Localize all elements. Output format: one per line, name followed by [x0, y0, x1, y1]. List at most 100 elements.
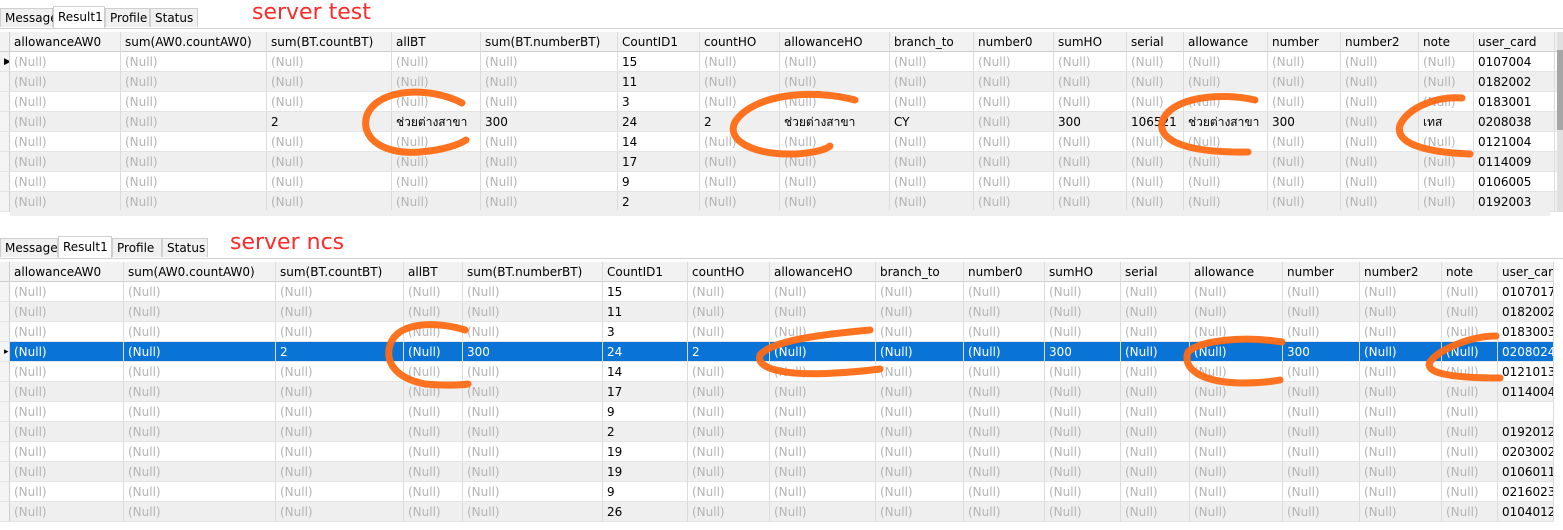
table-cell[interactable]: (Null): [700, 92, 780, 112]
table-cell[interactable]: (Null): [770, 302, 876, 322]
table-cell[interactable]: (Null): [1184, 172, 1268, 192]
table-cell[interactable]: 15: [603, 282, 688, 302]
table-cell[interactable]: 3: [618, 92, 700, 112]
table-cell[interactable]: (Null): [124, 442, 276, 462]
table-cell[interactable]: (Null): [1360, 462, 1442, 482]
table-cell[interactable]: (Null): [890, 92, 974, 112]
table-row[interactable]: ▸ (Null) (Null) 2 (Null) 300 24 2 (Null) (Null) (N…: [0, 342, 1563, 362]
table-cell[interactable]: (Null): [1283, 282, 1360, 302]
table-cell[interactable]: 0114009: [1474, 152, 1555, 172]
table-cell[interactable]: 0192003: [1474, 192, 1555, 212]
table-cell[interactable]: (Null): [1268, 132, 1341, 152]
table-cell[interactable]: (Null): [404, 502, 463, 522]
table-cell[interactable]: (Null): [1442, 302, 1498, 322]
row-indicator[interactable]: ▶: [0, 52, 10, 72]
table-cell[interactable]: CY: [890, 112, 974, 132]
table-cell[interactable]: (Null): [276, 382, 404, 402]
table-cell[interactable]: 2: [267, 112, 392, 132]
table-cell[interactable]: (Null): [876, 462, 964, 482]
table-row[interactable]: (Null) (Null) (Null) (Null) (Null) 2 (Null) (Nu…: [0, 192, 1563, 212]
table-cell[interactable]: (Null): [1360, 302, 1442, 322]
table-cell[interactable]: (Null): [1054, 92, 1127, 112]
table-cell[interactable]: (Null): [10, 382, 124, 402]
table-cell[interactable]: (Null): [1283, 382, 1360, 402]
table-cell[interactable]: (Null): [10, 152, 121, 172]
table-cell[interactable]: (Null): [392, 52, 481, 72]
table-cell[interactable]: (Null): [688, 502, 770, 522]
table-cell[interactable]: (Null): [121, 52, 267, 72]
table-cell[interactable]: (Null): [121, 112, 267, 132]
table-cell[interactable]: (Null): [1127, 192, 1184, 212]
table-cell[interactable]: 19: [603, 442, 688, 462]
table-cell[interactable]: (Null): [124, 322, 276, 342]
table-cell[interactable]: (Null): [1442, 402, 1498, 422]
table-cell[interactable]: (Null): [890, 132, 974, 152]
table-cell[interactable]: (Null): [688, 462, 770, 482]
table-cell[interactable]: (Null): [404, 302, 463, 322]
table-cell[interactable]: (Null): [770, 462, 876, 482]
table-cell[interactable]: (Null): [267, 52, 392, 72]
table-cell[interactable]: (Null): [1283, 482, 1360, 502]
table-cell[interactable]: 2: [603, 422, 688, 442]
table-cell[interactable]: 0104012: [1498, 502, 1554, 522]
table-cell[interactable]: 0183001: [1474, 92, 1555, 112]
table-cell[interactable]: (Null): [1127, 152, 1184, 172]
table-cell[interactable]: (Null): [700, 172, 780, 192]
table-cell[interactable]: (Null): [770, 442, 876, 462]
table-cell[interactable]: (Null): [1341, 92, 1419, 112]
table-cell[interactable]: (Null): [10, 342, 124, 362]
table-cell[interactable]: 0121004: [1474, 132, 1555, 152]
table-cell[interactable]: (Null): [10, 92, 121, 112]
table-cell[interactable]: (Null): [10, 282, 124, 302]
table-cell[interactable]: (Null): [688, 282, 770, 302]
table-cell[interactable]: (Null): [964, 362, 1045, 382]
table-cell[interactable]: (Null): [1184, 92, 1268, 112]
table-cell[interactable]: (Null): [974, 172, 1054, 192]
table-cell[interactable]: (Null): [1268, 52, 1341, 72]
column-header-countho[interactable]: countHO: [688, 262, 770, 282]
table-cell[interactable]: (Null): [392, 172, 481, 192]
table-row[interactable]: (Null) (Null) (Null) (Null) (Null) 9 (Null) (Nu…: [0, 402, 1563, 422]
table-cell[interactable]: (Null): [124, 362, 276, 382]
table-cell[interactable]: (Null): [688, 482, 770, 502]
table-cell[interactable]: 15: [618, 52, 700, 72]
table-cell[interactable]: (Null): [1341, 152, 1419, 172]
table-cell[interactable]: (Null): [121, 72, 267, 92]
table-cell[interactable]: (Null): [1190, 382, 1283, 402]
table-cell[interactable]: (Null): [1442, 382, 1498, 402]
table-cell[interactable]: (Null): [1121, 322, 1190, 342]
table-cell[interactable]: 11: [618, 72, 700, 92]
table-cell[interactable]: (Null): [876, 362, 964, 382]
table-cell[interactable]: (Null): [392, 72, 481, 92]
table-cell[interactable]: (Null): [276, 482, 404, 502]
table-cell[interactable]: (Null): [463, 422, 603, 442]
table-cell[interactable]: (Null): [10, 362, 124, 382]
column-header-sum-bt-countbt-[interactable]: sum(BT.countBT): [267, 32, 392, 52]
table-cell[interactable]: 0121013: [1498, 362, 1554, 382]
table-cell[interactable]: (Null): [276, 502, 404, 522]
table-cell[interactable]: (Null): [1127, 52, 1184, 72]
table-cell[interactable]: (Null): [700, 152, 780, 172]
table-cell[interactable]: (Null): [876, 382, 964, 402]
table-cell[interactable]: (Null): [404, 362, 463, 382]
row-indicator[interactable]: [0, 282, 10, 302]
row-indicator[interactable]: [0, 482, 10, 502]
table-cell[interactable]: 0107017: [1498, 282, 1554, 302]
table-cell[interactable]: (Null): [1190, 422, 1283, 442]
table-cell[interactable]: (Null): [770, 342, 876, 362]
table-cell[interactable]: (Null): [121, 152, 267, 172]
table-cell[interactable]: (Null): [1190, 402, 1283, 422]
table-cell[interactable]: (Null): [1127, 172, 1184, 192]
column-header-sum-bt-numberbt-[interactable]: sum(BT.numberBT): [463, 262, 603, 282]
table-cell[interactable]: (Null): [1341, 132, 1419, 152]
table-cell[interactable]: (Null): [121, 132, 267, 152]
row-indicator[interactable]: [0, 302, 10, 322]
table-cell[interactable]: (Null): [1184, 72, 1268, 92]
table-cell[interactable]: (Null): [124, 502, 276, 522]
table-cell[interactable]: (Null): [124, 462, 276, 482]
bottom-tab-result1[interactable]: Result1: [58, 236, 112, 258]
table-cell[interactable]: ช่วยต่างสาขา: [392, 112, 481, 132]
column-header-branch-to[interactable]: branch_to: [876, 262, 964, 282]
table-cell[interactable]: (Null): [481, 52, 618, 72]
top-horizontal-scrollbar[interactable]: [10, 210, 1550, 216]
